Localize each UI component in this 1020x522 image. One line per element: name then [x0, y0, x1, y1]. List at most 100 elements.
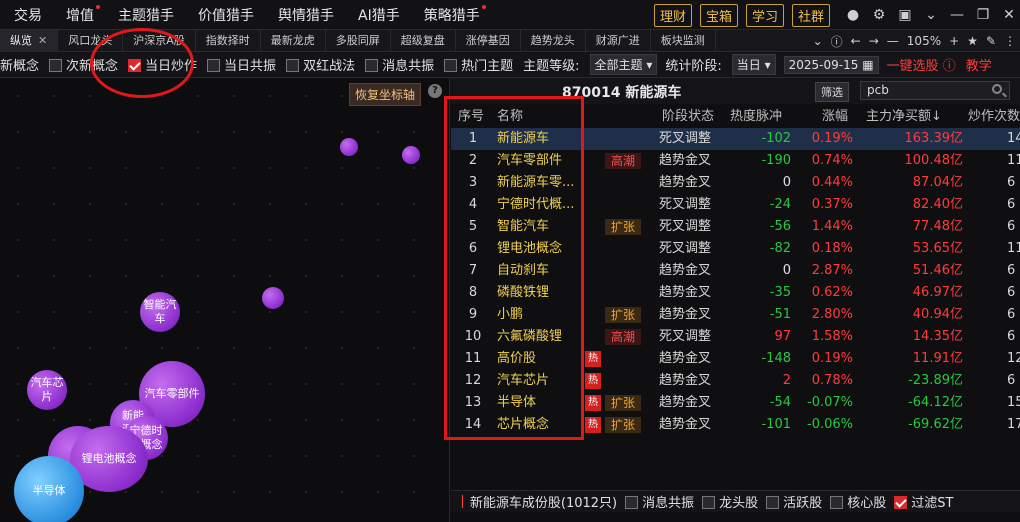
calendar-icon: ▦ [862, 57, 874, 72]
row-heat: 2 [782, 373, 791, 388]
learn-button[interactable]: 学习 [745, 3, 784, 27]
menu-ai-hunter[interactable]: AI猎手 [358, 5, 400, 25]
menu-strategy-hunter[interactable]: 策略猎手 [424, 4, 486, 25]
menu-sentiment-hunter[interactable]: 舆情猎手 [278, 5, 334, 25]
phase-badge: 扩张 [605, 219, 642, 235]
top-menu-bar: 交易 增值 主题猎手 价值猎手 舆情猎手 AI猎手 策略猎手 理财 宝箱 学习 … [0, 0, 1020, 30]
bottom-filter-leader[interactable]: 龙头股 [702, 492, 758, 511]
stat-stage-label: 统计阶段: [665, 59, 722, 74]
checkbox[interactable] [444, 59, 458, 72]
info-icon[interactable]: ⓘ [831, 33, 843, 50]
row-change: 2.80% [811, 307, 853, 322]
forward-icon[interactable]: → [869, 34, 879, 48]
zoom-level: 105% [906, 34, 942, 48]
bottom-filter-core[interactable]: 核心股 [830, 492, 886, 511]
menu-theme-hunter[interactable]: 主题猎手 [118, 5, 174, 25]
zoom-out-icon[interactable]: — [887, 34, 899, 48]
close-icon[interactable]: ✕ [998, 7, 1020, 23]
row-heat: -56 [769, 219, 791, 234]
chevron-down-icon[interactable]: ⌄ [920, 7, 942, 23]
back-icon[interactable]: ← [851, 34, 861, 48]
tab-wealth[interactable]: 财源广进 [586, 29, 651, 52]
tab-overview[interactable]: 纵览 ✕ [0, 29, 59, 52]
row-hype-count: 17 [1007, 417, 1020, 432]
restore-icon[interactable]: ❐ [972, 7, 994, 23]
row-heat: -148 [761, 351, 791, 366]
col-header-heat[interactable]: 热度脉冲 [730, 106, 782, 128]
gear-icon[interactable]: ⚙ [868, 7, 890, 23]
treasure-button[interactable]: 宝箱 [699, 3, 738, 27]
bubble-scatter-chart[interactable]: 恢复坐标轴 ? 智能汽车 汽车芯片 汽车零部件 新能源车 宁德时代概念 高 锂电… [0, 28, 450, 522]
tab-super-review[interactable]: 超级复盘 [391, 29, 456, 52]
bubble[interactable] [402, 146, 420, 164]
bubble[interactable] [340, 138, 358, 156]
filter-button[interactable]: 筛选 [815, 82, 849, 102]
col-header-net-buy[interactable]: 主力净买额↓ [866, 106, 942, 128]
row-net-buy: 82.40亿 [912, 197, 963, 212]
bottom-filter-active[interactable]: 活跃股 [766, 492, 822, 511]
search-icon[interactable] [992, 84, 1002, 94]
checkbox[interactable] [49, 59, 63, 72]
date-picker[interactable]: 2025-09-15 ▦ [783, 55, 879, 74]
filter-double-red[interactable]: 双红战法 [286, 55, 355, 74]
bottom-filter-st[interactable]: 过滤ST [894, 492, 953, 511]
community-button[interactable]: 社群 [791, 3, 830, 27]
menu-value-hunter[interactable]: 价值猎手 [198, 5, 254, 25]
row-net-buy: 163.39亿 [904, 131, 964, 146]
filter-new-concept[interactable]: 新概念 [0, 55, 39, 74]
finance-button[interactable]: 理财 [653, 3, 692, 27]
menu-value-added[interactable]: 增值 [66, 4, 100, 25]
tab-trend-leader[interactable]: 趋势龙头 [521, 29, 586, 52]
filter-hot-theme[interactable]: 热门主题 [444, 55, 513, 74]
checkbox[interactable] [207, 59, 221, 72]
row-change: 0.74% [811, 153, 853, 168]
tab-limit-gene[interactable]: 涨停基因 [456, 29, 521, 52]
row-stage: 趋势金叉 [659, 351, 712, 366]
bubble-smart-car[interactable]: 智能汽车 [140, 292, 180, 332]
row-net-buy: 100.48亿 [904, 153, 964, 168]
tutorial-button[interactable]: 教学 [966, 55, 992, 74]
checkbox[interactable] [365, 59, 379, 72]
tab-dragon-tiger[interactable]: 最新龙虎 [261, 29, 326, 52]
menu-trade[interactable]: 交易 [14, 5, 42, 25]
constituent-title: 新能源车成份股(1012只) [469, 496, 618, 511]
zoom-in-icon[interactable]: + [949, 34, 959, 48]
minimize-icon[interactable]: — [946, 7, 968, 23]
restore-axis-button[interactable]: 恢复坐标轴 [349, 83, 422, 106]
tab-sector-monitor[interactable]: 板块监测 [651, 29, 716, 52]
row-hype-count: 15 [1007, 395, 1020, 410]
row-change: 0.19% [811, 131, 853, 146]
row-hype-count: 6 [1007, 373, 1016, 388]
chevron-down-icon[interactable]: ⌄ [813, 34, 823, 48]
star-icon[interactable]: ★ [967, 34, 978, 48]
close-icon[interactable]: ✕ [38, 34, 47, 47]
row-stage: 趋势金叉 [659, 263, 712, 278]
checkbox[interactable] [702, 496, 716, 509]
more-icon[interactable]: ⋮ [1004, 34, 1016, 48]
filter-today-resonance[interactable]: 当日共振 [207, 55, 276, 74]
theme-level-select[interactable]: 全部主题 ▾ [589, 54, 658, 75]
checkbox-checked[interactable] [894, 496, 908, 509]
bubble-semiconductor[interactable]: 半导体 [14, 456, 84, 522]
col-header-stage[interactable]: 阶段状态 [662, 106, 714, 128]
search-input[interactable]: pcb [860, 81, 1010, 100]
checkbox[interactable] [830, 496, 844, 509]
checkbox[interactable] [766, 496, 780, 509]
bubble[interactable] [262, 287, 284, 309]
edit-icon[interactable]: ✎ [986, 34, 996, 48]
col-header-change[interactable]: 涨幅 [822, 106, 848, 128]
row-heat: -82 [769, 241, 791, 256]
bottom-filter-news[interactable]: 消息共振 [625, 492, 694, 511]
help-icon[interactable]: ? [428, 84, 442, 98]
checkbox[interactable] [286, 59, 300, 72]
filter-news-resonance[interactable]: 消息共振 [365, 55, 434, 74]
col-header-hype-count[interactable]: 炒作次数 [968, 106, 1020, 128]
lock-icon[interactable]: ▣ [894, 7, 916, 23]
one-click-select-button[interactable]: 一键选股 ⓘ [887, 55, 956, 74]
tab-index-timing[interactable]: 指数择时 [196, 29, 261, 52]
checkbox[interactable] [625, 496, 639, 509]
stat-stage-select[interactable]: 当日 ▾ [731, 54, 776, 75]
user-icon[interactable]: ● [842, 7, 864, 23]
bubble-car-chip[interactable]: 汽车芯片 [27, 370, 67, 410]
tab-multi-stock[interactable]: 多股同屏 [326, 29, 391, 52]
